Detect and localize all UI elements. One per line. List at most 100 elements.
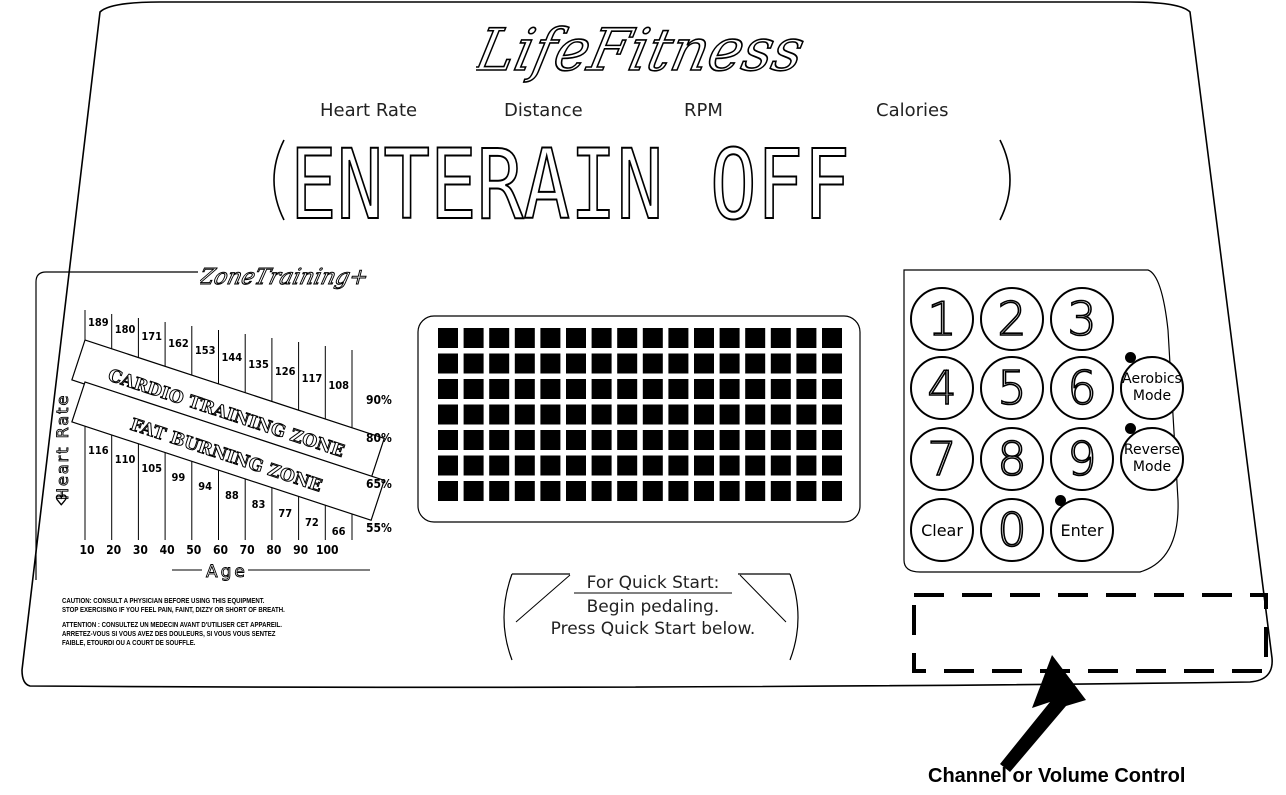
matrix-cell <box>617 379 638 399</box>
matrix-cell <box>668 353 689 374</box>
lower-rate-label: 72 <box>305 516 319 529</box>
matrix-cell <box>489 328 510 348</box>
matrix-cell <box>463 404 484 425</box>
matrix-cell <box>438 455 458 476</box>
key-9[interactable]: 9 <box>1050 427 1114 491</box>
matrix-cell <box>617 353 638 374</box>
upper-rate-label: 126 <box>275 365 296 378</box>
matrix-cell <box>719 455 740 476</box>
matrix-cell <box>617 328 638 348</box>
matrix-cell <box>540 328 561 348</box>
brand-logo: LifeFitness <box>468 8 816 88</box>
matrix-cell <box>642 328 663 348</box>
matrix-cell <box>463 455 484 476</box>
matrix-cell <box>514 379 535 399</box>
matrix-cell <box>668 379 689 399</box>
matrix-cell <box>796 481 817 501</box>
matrix-cell <box>822 481 842 501</box>
matrix-cell <box>694 379 714 399</box>
percent-label: 55% <box>366 521 392 535</box>
x-axis-label: Age <box>206 562 248 582</box>
heart-icon: ♡ <box>55 492 68 508</box>
enter-button[interactable]: Enter <box>1050 498 1114 562</box>
key-1[interactable]: 1 <box>910 287 974 351</box>
matrix-cell <box>514 328 535 348</box>
key-7[interactable]: 7 <box>910 427 974 491</box>
matrix-cell <box>694 328 714 348</box>
caution-en: CAUTION: CONSULT A PHYSICIAN BEFORE USIN… <box>62 596 285 614</box>
matrix-cell <box>463 353 484 374</box>
key-4[interactable]: 4 <box>910 356 974 420</box>
key-0[interactable]: 0 <box>980 498 1044 562</box>
brand-logo-text: LifeFitness <box>476 17 810 84</box>
matrix-cell <box>668 328 689 348</box>
matrix-cell <box>463 379 484 399</box>
matrix-cell <box>694 455 714 476</box>
matrix-cell <box>566 353 586 374</box>
matrix-cell <box>463 481 484 501</box>
matrix-cell <box>463 328 484 348</box>
matrix-cell <box>745 328 766 348</box>
metric-calories-label: Calories <box>876 100 949 121</box>
key-5[interactable]: 5 <box>980 356 1044 420</box>
matrix-cell <box>796 353 817 374</box>
matrix-cell <box>489 430 510 450</box>
matrix-cell <box>694 430 714 450</box>
key-6[interactable]: 6 <box>1050 356 1114 420</box>
upper-rate-label: 144 <box>222 351 243 364</box>
matrix-cell <box>642 353 663 374</box>
matrix-cell <box>822 353 842 374</box>
lower-rate-label: 105 <box>141 462 162 475</box>
matrix-cell <box>642 430 663 450</box>
matrix-cell <box>822 404 842 425</box>
main-display: ENTERAIN OFF <box>289 128 990 242</box>
matrix-cell <box>770 455 791 476</box>
lower-rate-label: 66 <box>332 525 346 538</box>
key-8[interactable]: 8 <box>980 427 1044 491</box>
matrix-cell <box>745 353 766 374</box>
matrix-cell <box>745 455 766 476</box>
clear-button[interactable]: Clear <box>910 498 974 562</box>
matrix-cell <box>489 404 510 425</box>
y-axis-label: Heart Rate <box>53 394 72 500</box>
matrix-cell <box>642 404 663 425</box>
matrix-cell <box>668 404 689 425</box>
age-tick-label: 30 <box>133 543 148 557</box>
aerobics-mode-button[interactable]: Aerobics Mode <box>1120 356 1184 420</box>
matrix-cell <box>745 379 766 399</box>
matrix-cell <box>489 353 510 374</box>
matrix-cell <box>438 404 458 425</box>
upper-rate-label: 180 <box>115 323 136 336</box>
age-tick-label: 60 <box>213 543 228 557</box>
matrix-cell <box>514 430 535 450</box>
matrix-cell <box>438 379 458 399</box>
matrix-cell <box>591 481 612 501</box>
age-tick-label: 100 <box>316 543 339 557</box>
channel-volume-callout-label: Channel or Volume Control <box>928 765 1186 787</box>
age-tick-label: 10 <box>79 543 94 557</box>
reverse-indicator-dot <box>1125 423 1136 434</box>
channel-volume-control-area[interactable] <box>914 595 1266 671</box>
matrix-cell <box>694 404 714 425</box>
key-3[interactable]: 3 <box>1050 287 1114 351</box>
matrix-cell <box>438 328 458 348</box>
age-tick-label: 70 <box>240 543 255 557</box>
matrix-cell <box>668 481 689 501</box>
matrix-cell <box>540 455 561 476</box>
matrix-cell <box>438 481 458 501</box>
upper-rate-label: 135 <box>248 358 269 371</box>
matrix-cell <box>719 379 740 399</box>
lower-rate-label: 94 <box>198 480 212 493</box>
matrix-cell <box>796 379 817 399</box>
upper-rate-label: 189 <box>88 316 109 329</box>
age-tick-label: 20 <box>106 543 121 557</box>
aerobics-indicator-dot <box>1125 352 1136 363</box>
key-2[interactable]: 2 <box>980 287 1044 351</box>
matrix-cell <box>668 430 689 450</box>
matrix-cell <box>822 455 842 476</box>
reverse-mode-button[interactable]: Reverse Mode <box>1120 427 1184 491</box>
matrix-cell <box>642 455 663 476</box>
matrix-cell <box>796 328 817 348</box>
matrix-cell <box>770 481 791 501</box>
matrix-cell <box>489 481 510 501</box>
